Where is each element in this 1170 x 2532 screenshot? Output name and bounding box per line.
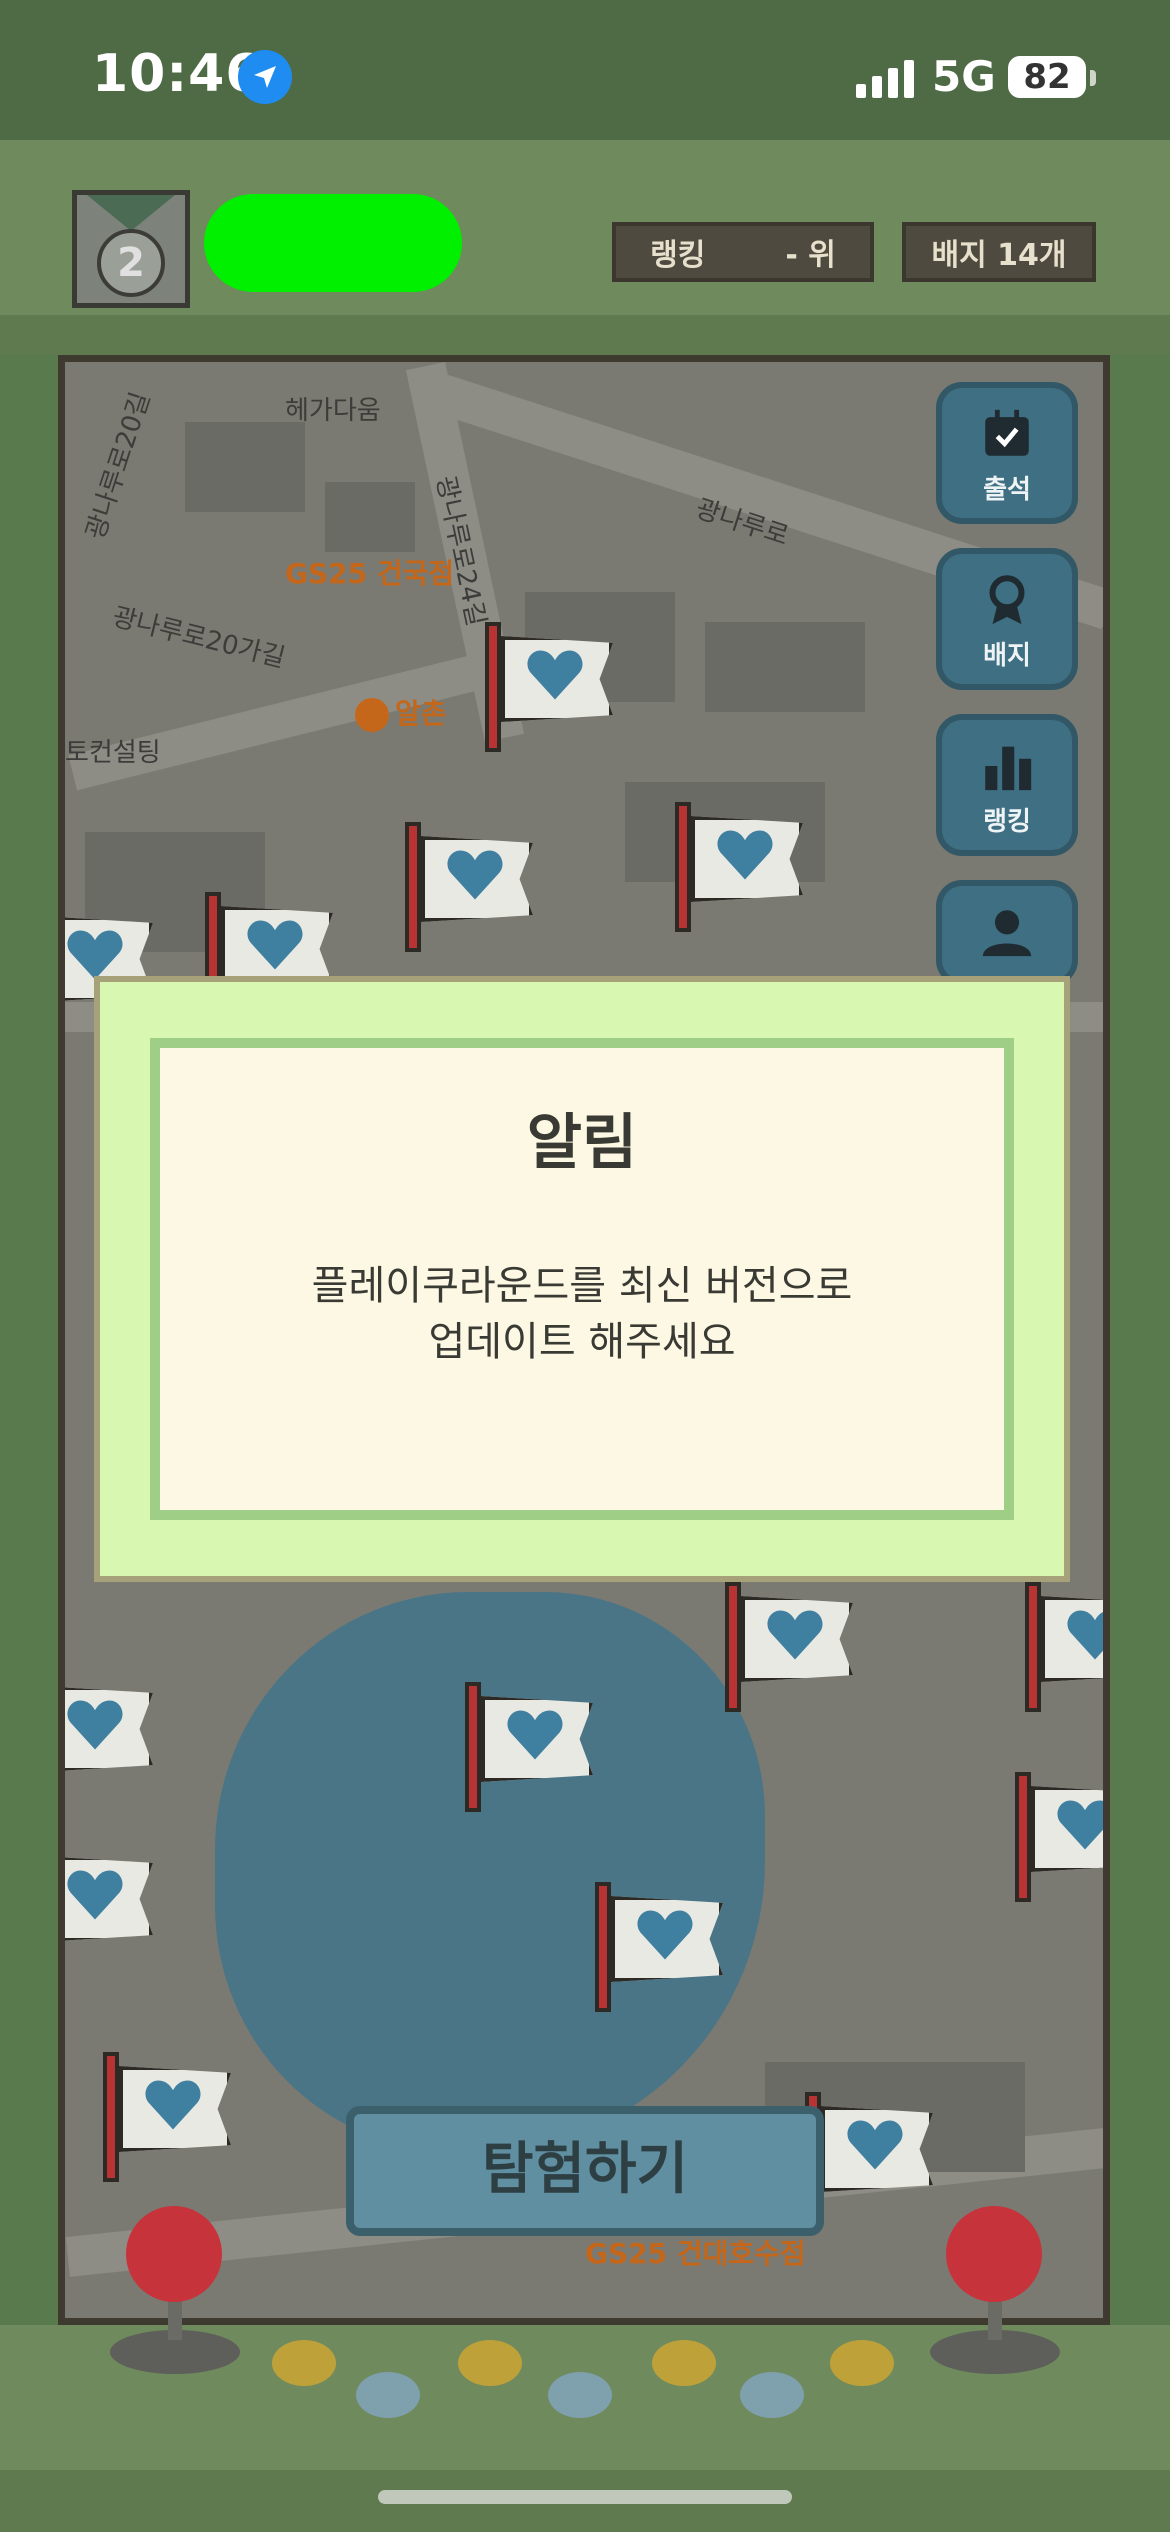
flag-marker[interactable]: [65, 1672, 155, 1802]
frame-left: [0, 355, 60, 2355]
rank-value: - 위: [785, 238, 836, 273]
ranking-button[interactable]: 랭킹: [936, 714, 1078, 856]
restaurant-icon: [355, 698, 389, 732]
flag-pole: [465, 1682, 481, 1812]
flag-marker[interactable]: [805, 2092, 935, 2222]
notice-dialog: 알림 플레이쿠라운드를 최신 버전으로 업데이트 해주세요: [94, 976, 1070, 1582]
flag-marker[interactable]: [1025, 1582, 1103, 1712]
ribbon-badge-icon: [989, 575, 1025, 625]
map-label: 헤가다움: [285, 396, 381, 426]
flag-marker[interactable]: [103, 2052, 233, 2182]
flag-marker[interactable]: [595, 1882, 725, 2012]
ranking-bars-icon: [985, 746, 1032, 791]
heart-icon: [1057, 1800, 1103, 1850]
map-poi-label: 알촌: [395, 697, 447, 730]
console-button-blue: [740, 2372, 804, 2418]
attendance-label: 출석: [983, 475, 1031, 505]
map-label: 토컨설팅: [65, 738, 161, 768]
heart-icon: [247, 920, 303, 970]
medal-ribbon: [87, 195, 175, 231]
heart-icon: [447, 850, 503, 900]
console-button-yellow: [272, 2340, 336, 2386]
flag-pole: [675, 802, 691, 932]
map-poi[interactable]: GS25 건국점: [285, 552, 454, 592]
flag-pole: [595, 1882, 611, 2012]
level-medal-icon[interactable]: 2: [72, 190, 190, 308]
map-building: [185, 422, 305, 512]
flag-marker[interactable]: [675, 802, 805, 932]
network-type: 5G: [932, 52, 996, 101]
status-time: 10:46: [92, 44, 263, 104]
location-arrow-icon: [238, 50, 292, 104]
heart-icon: [67, 1700, 123, 1750]
heart-icon: [767, 1610, 823, 1660]
badge-button[interactable]: 배지: [936, 548, 1078, 690]
heart-icon: [527, 650, 583, 700]
console-button-blue: [548, 2372, 612, 2418]
map-poi[interactable]: GS25 건대호수점: [585, 2232, 806, 2272]
notice-message: 플레이쿠라운드를 최신 버전으로 업데이트 해주세요: [160, 1258, 1004, 1370]
notice-title: 알림: [526, 1108, 638, 1178]
flag-marker[interactable]: [465, 1682, 595, 1812]
flag-marker[interactable]: [725, 1582, 855, 1712]
map-building: [705, 622, 865, 712]
rank-pill[interactable]: 랭킹 - 위: [612, 222, 874, 282]
medal-coin: 2: [97, 229, 165, 297]
flag-pole: [725, 1582, 741, 1712]
console-button-yellow: [652, 2340, 716, 2386]
notice-dialog-body: 알림 플레이쿠라운드를 최신 버전으로 업데이트 해주세요: [150, 1038, 1014, 1520]
frame-right: [1110, 355, 1170, 2355]
nickname-redacted: [204, 194, 462, 292]
badge-label: 배지: [983, 641, 1031, 671]
heart-icon: [1067, 1610, 1103, 1660]
console-button-blue: [356, 2372, 420, 2418]
notice-line-2: 업데이트 해주세요: [428, 1319, 736, 1365]
flag-pole: [103, 2052, 119, 2182]
heart-icon: [717, 830, 773, 880]
home-indicator[interactable]: [378, 2490, 792, 2504]
joystick-right-icon: [946, 2206, 1042, 2302]
battery-tip: [1090, 70, 1096, 86]
badge-count-pill[interactable]: 배지 14개: [902, 222, 1096, 282]
person-icon: [982, 910, 1032, 957]
flag-marker[interactable]: [485, 622, 615, 752]
heart-icon: [67, 930, 123, 980]
joystick-left-icon: [126, 2206, 222, 2302]
explore-button[interactable]: 탐험하기: [346, 2106, 824, 2236]
console-button-yellow: [458, 2340, 522, 2386]
flag-pole: [405, 822, 421, 952]
flag-pole: [1015, 1772, 1031, 1902]
ranking-label: 랭킹: [983, 807, 1031, 837]
map-label: 광나루로20길: [80, 388, 157, 544]
heart-icon: [637, 1910, 693, 1960]
map-label: 광나루로24길: [429, 473, 491, 629]
flag-marker[interactable]: [1015, 1772, 1103, 1902]
map-building: [325, 482, 415, 552]
console-button-yellow: [830, 2340, 894, 2386]
battery-icon: 82: [1008, 56, 1086, 98]
flag-pole: [1025, 1582, 1041, 1712]
profile-button[interactable]: [936, 880, 1078, 986]
heart-icon: [847, 2120, 903, 2170]
flag-marker[interactable]: [65, 1842, 155, 1972]
rank-label: 랭킹: [650, 238, 706, 273]
flag-marker[interactable]: [405, 822, 535, 952]
cellular-signal-icon: [856, 58, 916, 98]
status-bar: 10:46 5G 82: [0, 0, 1170, 140]
heart-icon: [507, 1710, 563, 1760]
header-shadow: [0, 315, 1170, 355]
lake: [215, 1592, 765, 2152]
map-label: 광나루로20가길: [109, 602, 289, 674]
map-poi[interactable]: 알촌: [355, 692, 447, 732]
heart-icon: [145, 2080, 201, 2130]
flag-pole: [485, 622, 501, 752]
heart-icon: [67, 1870, 123, 1920]
calendar-check-icon: [985, 409, 1029, 456]
attendance-button[interactable]: 출석: [936, 382, 1078, 524]
notice-line-1: 플레이쿠라운드를 최신 버전으로: [311, 1263, 853, 1309]
